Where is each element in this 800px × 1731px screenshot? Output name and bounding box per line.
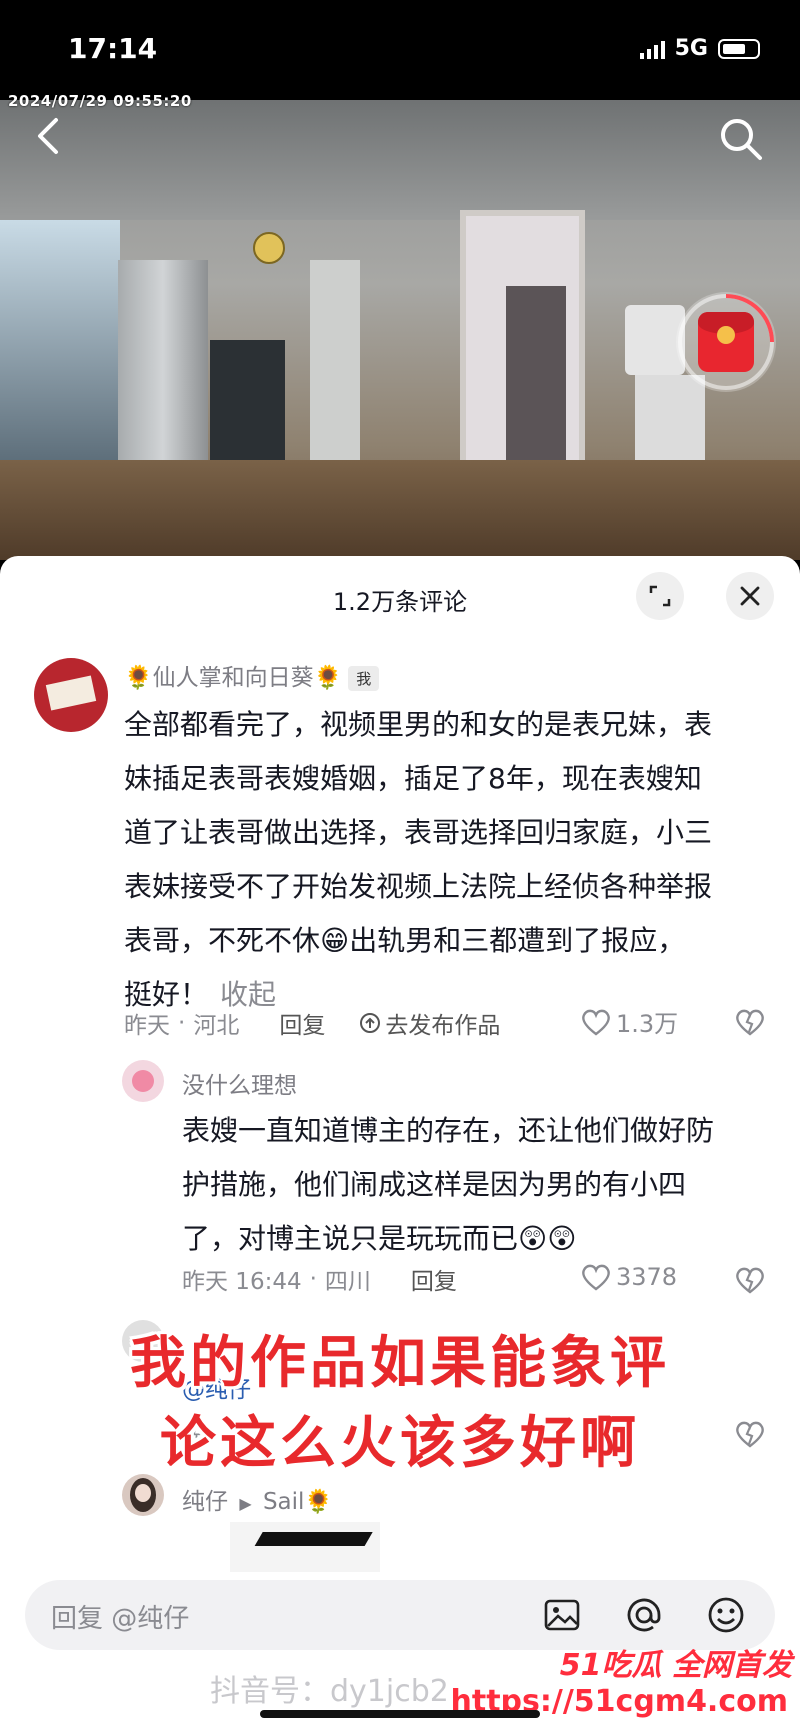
status-indicators: 5G [639,36,760,61]
home-indicator[interactable] [260,1710,540,1718]
like-button[interactable]: 1.3万 [580,1004,678,1039]
heart-icon [582,1009,610,1036]
dislike-icon[interactable] [734,1006,766,1038]
back-arrow-icon[interactable] [30,116,70,156]
sticker-image [230,1522,380,1576]
comment-author[interactable]: 纯仔 ▶ Sail🌻 [182,1482,333,1516]
avatar[interactable] [122,1060,164,1102]
avatar[interactable] [34,658,108,732]
like-button[interactable]: 3378 [580,1262,677,1292]
reply-button[interactable]: 回复 [279,1006,325,1040]
image-icon[interactable] [543,1596,581,1634]
search-icon[interactable] [718,116,764,162]
signal-icon [639,39,665,59]
heart-icon [582,1264,610,1291]
status-bar: 17:14 5G [0,0,800,100]
kitchen-scene [0,220,120,460]
comment-text: 表嫂一直知道博主的存在，还让他们做好防 护措施，他们闹成这样是因为男的有小四 了… [182,1114,715,1255]
reply-arrow-icon: ▶ [239,1494,252,1513]
comment-author[interactable]: 没什么理想 [182,1066,297,1100]
comment-author[interactable]: 🌻仙人掌和向日葵🌻 我 [124,658,380,692]
site-watermark: 51吃瓜 全网首发 https://51cgm4.com [446,1640,792,1719]
battery-icon [718,38,760,59]
red-envelope-icon [698,312,754,372]
doorway [460,210,585,490]
red-packet-button[interactable] [676,292,776,392]
dislike-icon[interactable] [734,1264,766,1296]
overlay-caption-line1: 我的作品如果能象评 [130,1331,670,1396]
close-button[interactable] [726,572,774,620]
network-label: 5G [674,36,708,61]
avatar[interactable] [122,1474,164,1516]
video-timestamp: 2024/07/29 09:55:20 [8,92,192,110]
expand-icon [649,585,671,607]
reply-button[interactable]: 回复 [411,1262,457,1296]
close-icon [740,586,760,606]
author-badge: 我 [348,666,380,691]
wall-clock [253,232,285,264]
reply-placeholder: 回复 @纯仔 [51,1604,190,1634]
overlay-caption-line2: 论这么火该多好啊 [160,1411,640,1476]
expand-button[interactable] [636,572,684,620]
mention-icon[interactable] [625,1596,663,1634]
floor [0,460,800,560]
status-time: 17:14 [68,32,158,65]
comment-text: 全部都看完了，视频里男的和女的是表兄妹，表 妹插足表哥表嫂婚姻，插足了8年，现在… [124,708,713,1011]
emoji-icon[interactable] [707,1596,745,1634]
comment-meta: 昨天 · 河北 回复 去发布作品 [124,1006,500,1040]
comment-meta: 昨天 16:44 · 四川 回复 [182,1262,457,1296]
refrigerator [118,260,208,465]
publish-work-button[interactable]: 去发布作品 [359,1006,500,1040]
upload-icon [360,1013,381,1033]
